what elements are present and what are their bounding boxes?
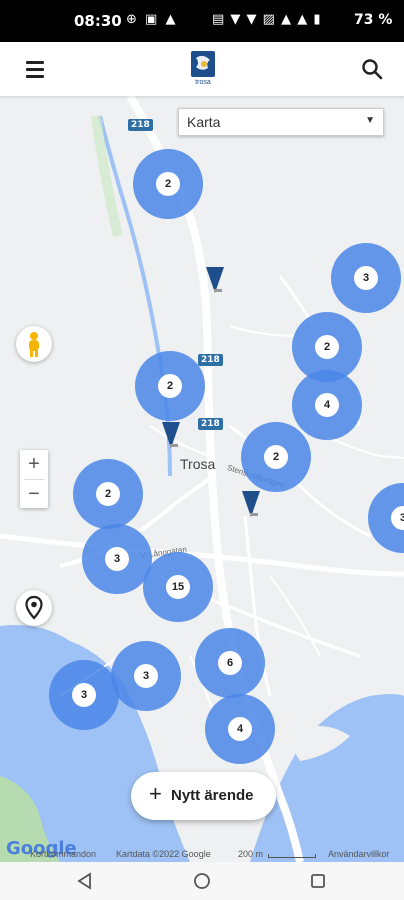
marker-cluster[interactable]: 15 — [143, 552, 213, 622]
status-time: 08:30 — [74, 12, 122, 30]
location-pin-icon — [25, 595, 43, 620]
cluster-count: 3 — [391, 506, 404, 530]
chevron-down-icon: ▼ — [365, 115, 375, 126]
cluster-count: 2 — [315, 335, 339, 359]
marker-cluster[interactable]: 4 — [205, 694, 275, 764]
cluster-count: 4 — [315, 393, 339, 417]
town-label: Trosa — [180, 456, 216, 472]
map-marker-pin[interactable] — [206, 267, 224, 295]
map-base — [0, 96, 404, 862]
new-case-button[interactable]: + Nytt ärende — [131, 772, 276, 820]
marker-cluster[interactable]: 2 — [73, 459, 143, 529]
cluster-count: 3 — [354, 266, 378, 290]
marker-cluster[interactable]: 2 — [241, 422, 311, 492]
status-bar: 08:30 ⊕ ▣ ▲ ▤ ▼ ▼ ▨ ▲ ▲ ▮ 73 % — [0, 0, 404, 42]
zoom-in-button[interactable]: + — [20, 450, 48, 479]
cluster-count: 2 — [158, 374, 182, 398]
system-nav-bar — [0, 862, 404, 900]
marker-cluster[interactable]: 2 — [133, 149, 203, 219]
back-icon[interactable] — [76, 872, 94, 890]
search-icon[interactable] — [361, 58, 383, 80]
marker-cluster[interactable]: 6 — [195, 628, 265, 698]
marker-cluster[interactable]: 3 — [49, 660, 119, 730]
cluster-count: 3 — [134, 664, 158, 688]
plus-icon: + — [149, 781, 162, 806]
cluster-count: 2 — [96, 482, 120, 506]
app-bar: trosa — [0, 42, 404, 96]
status-notification-icons: ⊕ ▣ ▲ — [126, 12, 178, 27]
cluster-count: 6 — [218, 651, 242, 675]
zoom-out-button[interactable]: − — [20, 480, 48, 509]
cluster-count: 3 — [72, 683, 96, 707]
map-attribution: Google Kortkommandon Kartdata ©2022 Goog… — [0, 838, 404, 862]
marker-cluster[interactable]: 2 — [135, 351, 205, 421]
map-marker-pin[interactable] — [242, 491, 260, 519]
status-system-icons: ▤ ▼ ▼ ▨ ▲ ▲ ▮ — [212, 12, 322, 27]
trosa-logo: trosa — [190, 50, 216, 88]
map-marker-pin[interactable] — [162, 422, 180, 450]
home-icon[interactable] — [193, 872, 211, 890]
marker-cluster[interactable]: 3 — [331, 243, 401, 313]
map-type-value: Karta — [187, 114, 221, 130]
road-number-label: 218 — [198, 354, 223, 366]
street-view-pegman[interactable] — [16, 326, 52, 362]
road-number-label: 218 — [128, 119, 153, 131]
logo-text: trosa — [195, 79, 211, 86]
scale-label: 200 m — [238, 849, 264, 859]
cluster-count: 3 — [105, 547, 129, 571]
battery-level: 73 % — [354, 12, 393, 28]
cluster-count: 15 — [166, 575, 190, 599]
keyboard-shortcuts-link[interactable]: Kortkommandon — [30, 849, 96, 859]
recent-apps-icon[interactable] — [310, 873, 326, 889]
map-data-text: Kartdata ©2022 Google — [116, 849, 211, 859]
map-view[interactable]: 218 218 218 Stensundsvägen V. Långgatan … — [0, 96, 404, 862]
new-case-label: Nytt ärende — [171, 787, 254, 804]
cluster-count: 2 — [264, 445, 288, 469]
terms-link[interactable]: Användarvillkor — [328, 849, 390, 859]
menu-icon[interactable] — [26, 61, 44, 78]
scale-bar — [268, 854, 316, 858]
my-location-button[interactable] — [16, 590, 52, 626]
marker-cluster[interactable]: 4 — [292, 370, 362, 440]
road-number-label: 218 — [198, 418, 223, 430]
map-type-select[interactable]: Karta ▼ — [178, 108, 384, 136]
marker-cluster[interactable]: 3 — [111, 641, 181, 711]
pegman-icon — [29, 332, 39, 357]
cluster-count: 4 — [228, 717, 252, 741]
zoom-controls: + − — [20, 450, 48, 508]
cluster-count: 2 — [156, 172, 180, 196]
marker-cluster[interactable]: 3 — [82, 524, 152, 594]
